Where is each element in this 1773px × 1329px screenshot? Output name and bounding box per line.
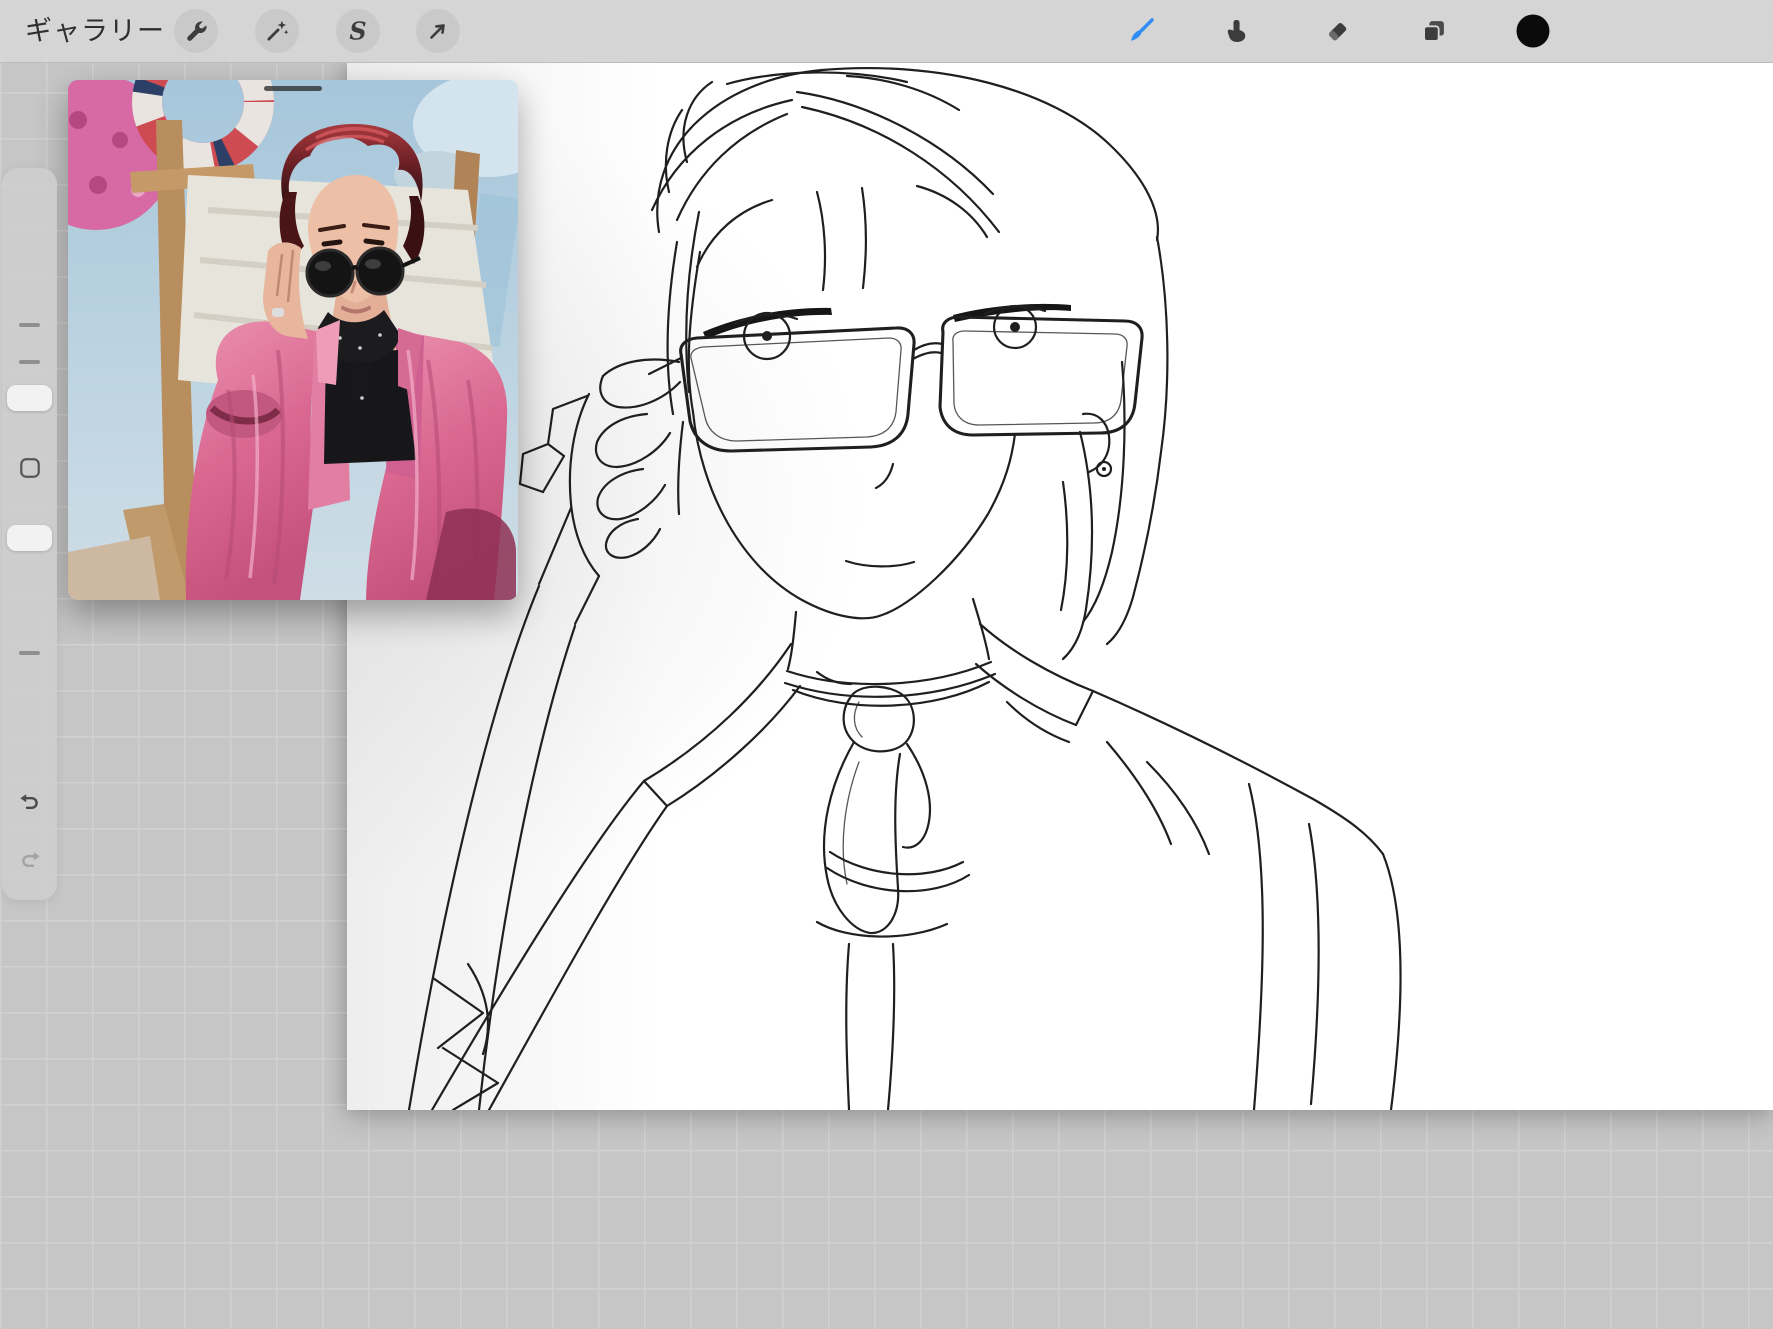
brush-size-tick — [19, 323, 40, 327]
actions-button[interactable] — [174, 9, 218, 53]
selection-s-icon: S — [349, 18, 366, 44]
procreate-app: ギャラリー S — [0, 0, 1773, 1329]
erase-tool-button[interactable] — [1315, 9, 1359, 53]
transform-button[interactable] — [416, 9, 460, 53]
brush-size-tick — [19, 360, 40, 364]
paintbrush-icon — [1131, 18, 1154, 41]
redo-button[interactable] — [16, 845, 44, 873]
top-toolbar: ギャラリー S — [0, 0, 1773, 63]
color-tool-button[interactable] — [1511, 9, 1555, 53]
side-toolbar — [2, 168, 57, 900]
brush-size-slider-handle[interactable] — [7, 385, 52, 411]
magic-wand-icon — [267, 20, 289, 41]
wrench-icon — [187, 21, 207, 41]
square-outline-icon — [20, 458, 40, 478]
smudge-tool-button[interactable] — [1215, 9, 1259, 53]
reference-photo — [68, 80, 518, 600]
adjustments-button[interactable] — [255, 9, 299, 53]
opacity-tick — [19, 651, 40, 655]
smudge-finger-icon — [1227, 20, 1246, 42]
selection-button[interactable]: S — [336, 9, 380, 53]
reference-panel[interactable] — [68, 80, 518, 600]
paint-tool-button[interactable] — [1119, 9, 1163, 53]
undo-arrow-icon — [20, 794, 38, 809]
transform-arrow-icon — [430, 24, 445, 39]
opacity-slider-handle[interactable] — [7, 525, 52, 551]
eraser-icon — [1328, 22, 1347, 41]
drawing-canvas[interactable] — [347, 62, 1773, 1110]
layers-tool-button[interactable] — [1412, 9, 1456, 53]
selection-s-glyph: S — [349, 18, 366, 44]
redo-arrow-icon — [22, 852, 40, 867]
modify-button[interactable] — [16, 454, 44, 482]
line-art-drawing — [407, 67, 1402, 1110]
gallery-button[interactable]: ギャラリー — [25, 0, 165, 62]
reference-drag-handle[interactable] — [264, 86, 322, 91]
layers-icon — [1423, 21, 1444, 42]
color-swatch-icon — [1516, 14, 1550, 48]
undo-button[interactable] — [16, 787, 44, 815]
